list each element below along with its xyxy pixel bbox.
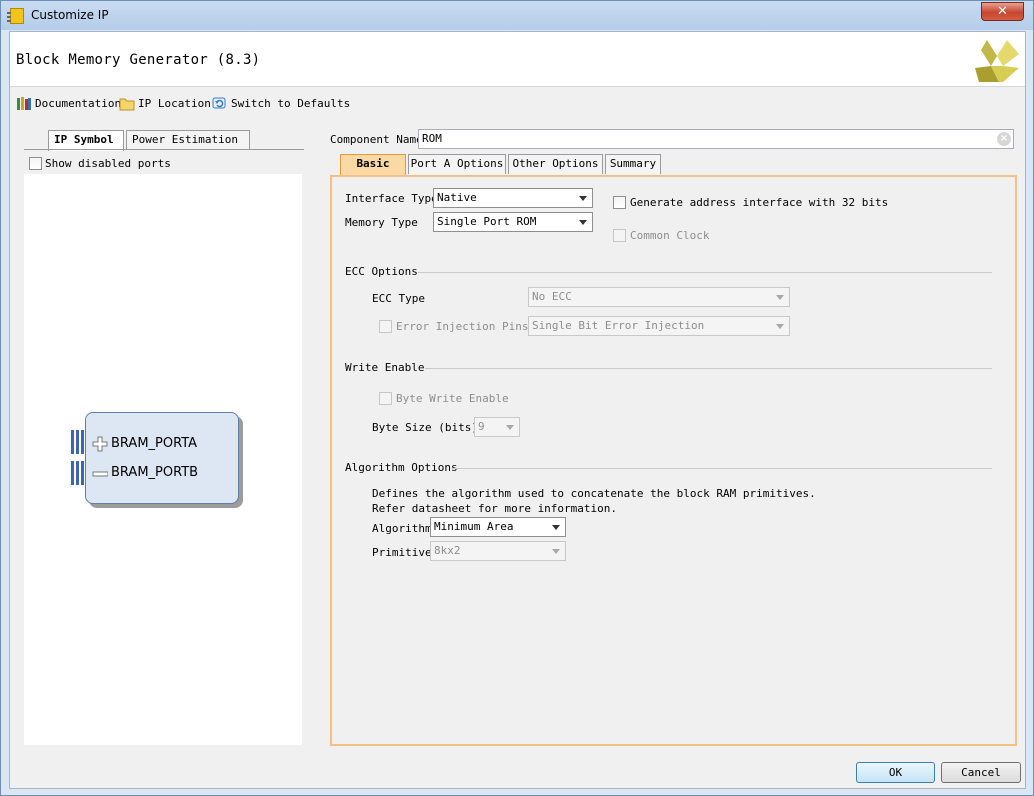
memory-type-value: Single Port ROM [437,215,537,228]
byte-size-select[interactable]: 9 [474,417,520,437]
tab-other-options[interactable]: Other Options [508,154,603,174]
algorithm-description-line1: Defines the algorithm used to concatenat… [372,487,816,500]
checkbox-box[interactable] [379,319,392,333]
tab-ip-symbol[interactable]: IP Symbol [48,130,124,151]
primitive-value: 8kx2 [434,544,461,557]
folder-icon [119,98,135,111]
generate-address-32-checkbox[interactable]: Generate address interface with 32 bits [613,195,888,211]
title-bar[interactable]: Customize IP ✕ [1,1,1033,30]
ecc-type-label: ECC Type [372,292,425,305]
tab-basic[interactable]: Basic [340,154,406,176]
common-clock-label: Common Clock [630,229,710,242]
port-a-label: BRAM_PORTA [111,436,198,451]
primitive-select[interactable]: 8kx2 [430,541,566,561]
checkbox-box[interactable] [29,156,42,170]
memory-type-label: Memory Type [345,216,418,229]
ip-block-symbol [85,412,239,504]
common-clock-checkbox[interactable]: Common Clock [613,228,709,244]
chevron-down-icon [579,196,587,201]
error-injection-pins-checkbox[interactable]: Error Injection Pins [379,319,528,335]
checkbox-box[interactable] [613,195,626,209]
chevron-down-icon [776,324,784,329]
error-injection-pins-label: Error Injection Pins [396,320,529,333]
byte-size-label: Byte Size (bits) [372,421,478,434]
books-icon [17,97,31,110]
algorithm-options-title: Algorithm Options [345,461,458,474]
component-name-label: Component Name [330,133,423,146]
port-b-connector [71,461,84,485]
byte-write-enable-checkbox[interactable]: Byte Write Enable [379,391,509,407]
ecc-type-select[interactable]: No ECC [528,287,790,307]
customize-ip-window: Customize IP ✕ Block Memory Generator (8… [0,0,1034,796]
dialog-body: Block Memory Generator (8.3) Documentati… [9,31,1026,789]
ok-button[interactable]: OK [856,762,935,783]
close-button[interactable]: ✕ [981,2,1024,21]
chevron-down-icon [506,425,514,430]
clear-input-icon[interactable]: × [997,132,1011,146]
documentation-label: Documentation [35,97,122,110]
algorithm-select[interactable]: Minimum Area [430,517,566,537]
algorithm-value: Minimum Area [434,520,514,533]
port-b-label: BRAM_PORTB [111,465,199,480]
ecc-type-value: No ECC [532,290,572,303]
interface-type-label: Interface Type [345,192,438,205]
ecc-options-title: ECC Options [345,265,418,278]
collapse-minus-icon[interactable] [92,466,108,482]
byte-size-value: 9 [478,420,485,433]
switch-defaults-label: Switch to Defaults [231,97,351,110]
chevron-down-icon [552,549,560,554]
interface-type-select[interactable]: Native [433,188,593,208]
chevron-down-icon [579,220,587,225]
chevron-down-icon [776,295,784,300]
expand-plus-icon[interactable] [92,436,108,452]
error-injection-select[interactable]: Single Bit Error Injection [528,316,790,336]
generate-address-32-label: Generate address interface with 32 bits [630,196,889,209]
window-title: Customize IP [31,8,109,22]
app-icon [7,8,24,24]
algorithm-label: Algorithm [372,522,432,535]
chevron-down-icon [552,525,560,530]
component-name-input[interactable]: ROM [418,129,1014,149]
byte-write-enable-label: Byte Write Enable [396,392,509,405]
ip-location-button[interactable]: IP Location [119,95,211,113]
write-enable-title: Write Enable [345,361,425,374]
interface-type-value: Native [437,191,477,204]
show-disabled-ports-label: Show disabled ports [45,157,171,170]
divider [418,272,992,273]
tab-power-estimation[interactable]: Power Estimation [126,130,250,150]
tab-port-a-options[interactable]: Port A Options [408,154,506,174]
switch-to-defaults-button[interactable]: Switch to Defaults [212,95,350,113]
documentation-button[interactable]: Documentation [16,95,121,113]
divider [425,368,992,369]
error-injection-value: Single Bit Error Injection [532,319,705,332]
cancel-button[interactable]: Cancel [941,762,1021,783]
show-disabled-ports-checkbox[interactable]: Show disabled ports [29,156,171,172]
checkbox-box[interactable] [613,228,626,242]
tab-divider [24,149,304,150]
ip-location-label: IP Location [138,97,211,110]
reset-icon [212,97,226,109]
port-a-connector [71,430,84,454]
memory-type-select[interactable]: Single Port ROM [433,212,593,232]
xilinx-logo-icon [975,40,1019,82]
checkbox-box[interactable] [379,391,392,405]
basic-tab-panel: Interface Type Native Memory Type Single… [330,175,1017,746]
divider [452,468,992,469]
primitive-label: Primitive [372,546,432,559]
ip-symbol-canvas: BRAM_PORTA BRAM_PORTB [24,174,302,745]
page-title: Block Memory Generator (8.3) [16,52,261,68]
tab-summary[interactable]: Summary [605,154,661,174]
algorithm-description-line2: Refer datasheet for more information. [372,502,618,515]
header: Block Memory Generator (8.3) [10,32,1025,87]
